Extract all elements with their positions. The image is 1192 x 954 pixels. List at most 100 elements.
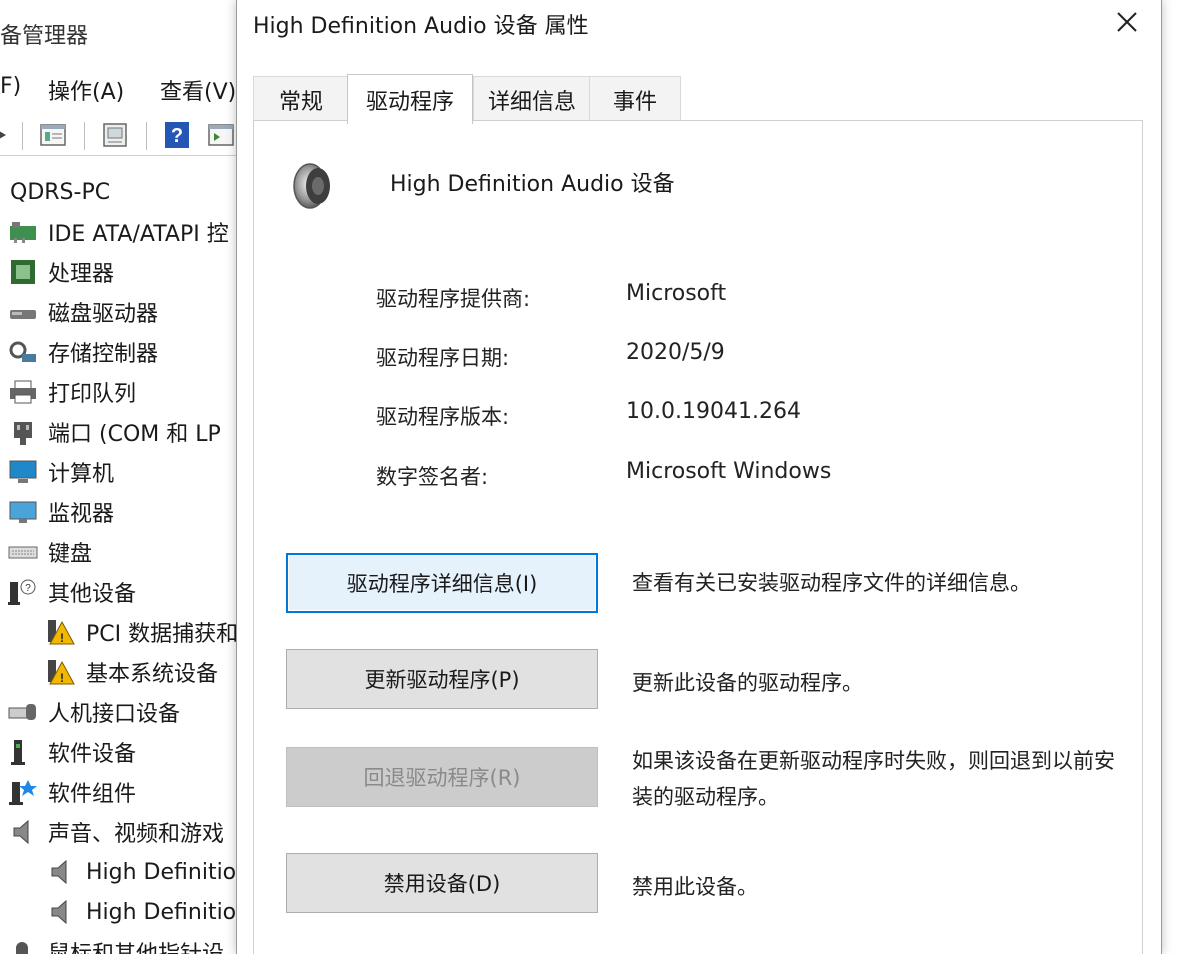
- svg-text:!: !: [60, 671, 64, 685]
- info-label-provider: 驱动程序提供商:: [376, 287, 531, 311]
- speaker-icon: [51, 899, 67, 925]
- tree-item-label: 打印队列: [48, 382, 137, 407]
- tree-root[interactable]: QDRS-PC: [10, 172, 110, 212]
- dialog-title: High Definition Audio 设备 属性: [253, 14, 589, 39]
- device-name: High Definition Audio 设备: [390, 172, 675, 197]
- disable-device-description: 禁用此设备。: [632, 875, 758, 899]
- rollback-driver-button[interactable]: 回退驱动程序(R): [286, 747, 598, 807]
- tree-item-printer[interactable]: 打印队列: [8, 372, 136, 412]
- tree-item-label: PCI 数据捕获和: [86, 622, 239, 647]
- tree-item-base-system[interactable]: ! 基本系统设备: [46, 652, 218, 692]
- tab-events[interactable]: 事件: [589, 76, 681, 122]
- tree-item-hda-1[interactable]: High Definitio: [46, 852, 236, 892]
- storage-controller-icon: [9, 341, 36, 362]
- properties-icon[interactable]: [38, 120, 68, 150]
- tree-item-other-devices[interactable]: ? 其他设备: [8, 572, 136, 612]
- tree-item-label: 软件组件: [48, 782, 137, 807]
- tree-item-label: 监视器: [48, 502, 115, 527]
- tree-item-label: 其他设备: [48, 582, 137, 607]
- speaker-icon: [293, 163, 330, 209]
- speaker-icon: [13, 819, 29, 845]
- tree-item-pci-capture[interactable]: ! PCI 数据捕获和: [46, 612, 238, 652]
- svg-text:!: !: [60, 631, 64, 645]
- info-value-signer: Microsoft Windows: [626, 459, 832, 484]
- info-value-provider: Microsoft: [626, 281, 727, 306]
- device-manager-title: 备管理器: [0, 24, 89, 49]
- ide-controller-icon: [10, 222, 36, 243]
- tab-details[interactable]: 详细信息: [473, 76, 591, 122]
- tree-item-label: 处理器: [48, 262, 115, 287]
- tree-item-monitor[interactable]: 监视器: [8, 492, 114, 532]
- tree-item-label: 软件设备: [48, 742, 137, 767]
- computer-icon: [9, 460, 37, 483]
- tree-item-label: IDE ATA/ATAPI 控: [48, 222, 229, 247]
- close-icon: [1117, 12, 1137, 32]
- warning-device-icon: !: [48, 660, 75, 685]
- svg-text:?: ?: [25, 583, 31, 594]
- tab-general[interactable]: 常规: [253, 76, 349, 122]
- driver-details-description: 查看有关已安装驱动程序文件的详细信息。: [632, 571, 1031, 595]
- properties-dialog: High Definition Audio 设备 属性 常规 驱动程序 详细信息…: [236, 0, 1162, 954]
- tree-item-software-component[interactable]: 软件组件: [8, 772, 136, 812]
- info-label-date: 驱动程序日期:: [376, 346, 510, 370]
- warning-device-icon: !: [48, 620, 75, 645]
- driver-details-button[interactable]: 驱动程序详细信息(I): [286, 553, 598, 613]
- software-component-icon: [9, 780, 37, 805]
- processor-icon: [11, 260, 35, 284]
- tree-item-ide[interactable]: IDE ATA/ATAPI 控: [8, 212, 229, 252]
- tree-item-label: 端口 (COM 和 LP: [48, 422, 221, 447]
- other-devices-icon: ?: [8, 579, 36, 605]
- close-button[interactable]: [1107, 4, 1147, 40]
- svg-text:?: ?: [171, 125, 183, 147]
- disable-device-button[interactable]: 禁用设备(D): [286, 853, 598, 913]
- tree-root-label: QDRS-PC: [10, 179, 111, 205]
- tab-bar: 常规 驱动程序 详细信息 事件: [253, 74, 1153, 124]
- tree-item-sound[interactable]: 声音、视频和游戏: [8, 812, 224, 852]
- info-value-version: 10.0.19041.264: [626, 399, 801, 424]
- update-driver-button[interactable]: 更新驱动程序(P): [286, 649, 598, 709]
- speaker-icon: [51, 859, 67, 885]
- tree-item-label: 键盘: [48, 542, 93, 567]
- info-value-date: 2020/5/9: [626, 340, 725, 365]
- disk-drive-icon: [10, 310, 36, 319]
- update-driver-description: 更新此设备的驱动程序。: [632, 671, 863, 695]
- menu-view[interactable]: 查看(V): [160, 74, 236, 106]
- tree-item-label: 鼠标和其他指针设: [48, 936, 224, 954]
- tree-item-label: 基本系统设备: [86, 662, 219, 687]
- tree-item-label: 磁盘驱动器: [48, 302, 159, 327]
- tree-item-label: High Definitio: [86, 899, 237, 925]
- tree-item-storage[interactable]: 存储控制器: [8, 332, 158, 372]
- help-icon[interactable]: ?: [162, 120, 192, 150]
- tree-item-processor[interactable]: 处理器: [8, 252, 114, 292]
- driver-tab-panel: High Definition Audio 设备 驱动程序提供商: Micros…: [253, 120, 1143, 954]
- forward-arrow-icon[interactable]: [0, 120, 16, 150]
- hid-icon: [8, 704, 36, 720]
- tree-item-computer[interactable]: 计算机: [8, 452, 114, 492]
- tree-item-keyboard[interactable]: 键盘: [8, 532, 92, 572]
- printer-icon: [10, 380, 36, 404]
- software-device-icon: [11, 740, 25, 765]
- tree-item-hda-2[interactable]: High Definitio: [46, 892, 236, 932]
- tree-item-label: 声音、视频和游戏: [48, 822, 225, 847]
- mouse-icon: [16, 942, 28, 954]
- update-driver-icon[interactable]: [100, 120, 130, 150]
- scan-hardware-icon[interactable]: [206, 120, 236, 150]
- menu-file[interactable]: F): [0, 74, 21, 99]
- menu-bar: F) 操作(A) 查看(V): [0, 70, 240, 106]
- tree-item-label: 计算机: [48, 462, 115, 487]
- tree-item-mouse[interactable]: 鼠标和其他指针设: [8, 932, 224, 954]
- tree-item-label: High Definitio: [86, 859, 237, 885]
- toolbar: ?: [0, 116, 240, 156]
- tab-driver[interactable]: 驱动程序: [347, 74, 473, 124]
- info-label-signer: 数字签名者:: [376, 465, 489, 489]
- tree-item-label: 存储控制器: [48, 342, 159, 367]
- tree-item-label: 人机接口设备: [48, 702, 181, 727]
- menu-action[interactable]: 操作(A): [48, 74, 124, 106]
- tree-item-disk[interactable]: 磁盘驱动器: [8, 292, 158, 332]
- tree-item-ports[interactable]: 端口 (COM 和 LP: [8, 412, 221, 452]
- tree-item-hid[interactable]: 人机接口设备: [8, 692, 180, 732]
- info-label-version: 驱动程序版本:: [376, 405, 510, 429]
- tree-item-software-device[interactable]: 软件设备: [8, 732, 136, 772]
- monitor-icon: [9, 501, 37, 523]
- keyboard-icon: [8, 546, 38, 559]
